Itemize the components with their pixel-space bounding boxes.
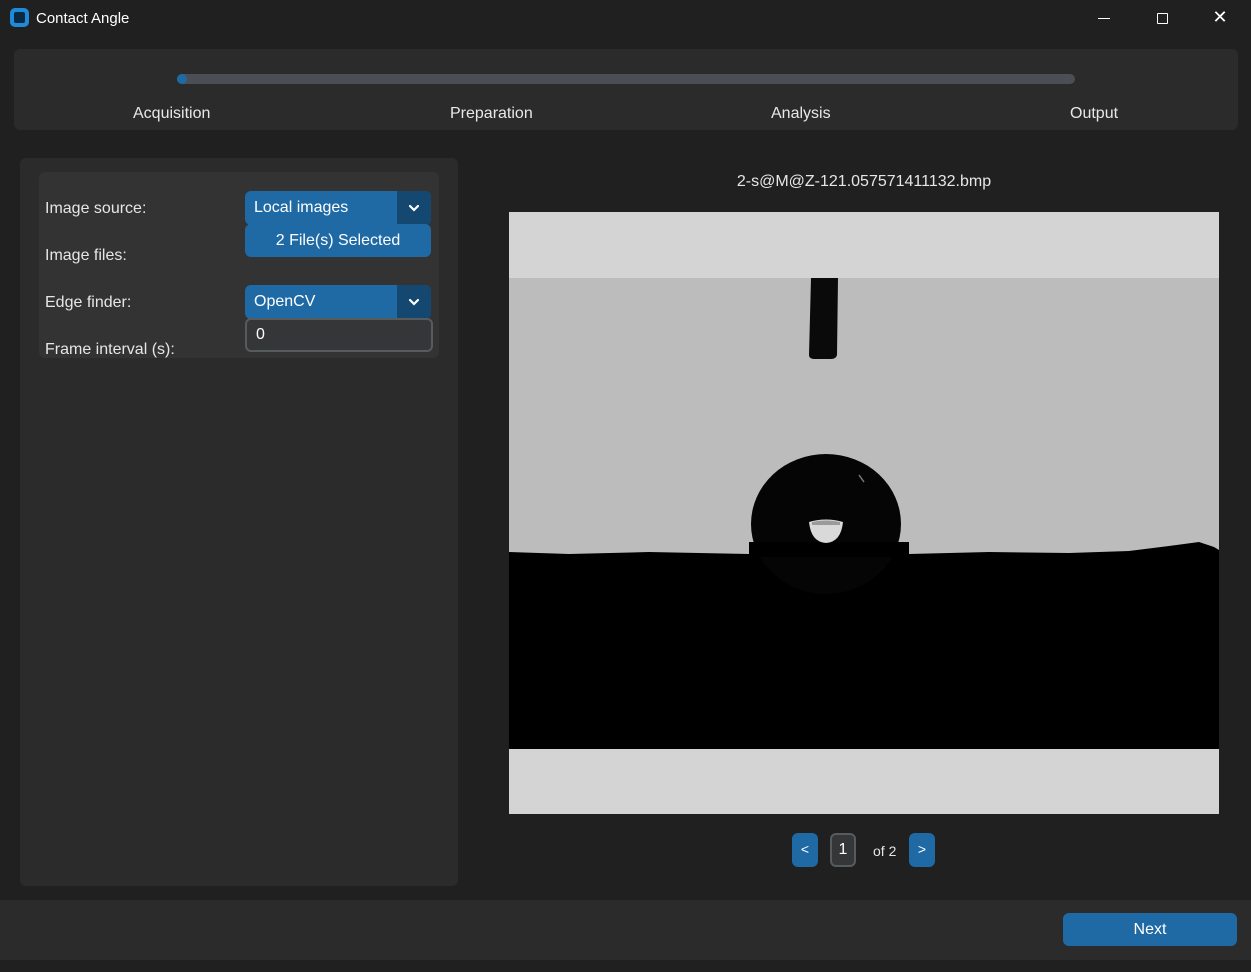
- page-number-input[interactable]: 1: [830, 833, 856, 867]
- page-count-label: of 2: [873, 843, 897, 859]
- previous-page-button[interactable]: <: [792, 833, 818, 867]
- next-page-button[interactable]: >: [909, 833, 935, 867]
- edge-finder-dropdown[interactable]: OpenCV: [245, 285, 431, 319]
- step-indicator: Acquisition Preparation Analysis Output: [14, 49, 1238, 130]
- maximize-button[interactable]: [1133, 0, 1191, 36]
- minimize-icon: [1098, 17, 1110, 19]
- step-analysis: Analysis: [771, 105, 831, 122]
- image-files-label: Image files:: [45, 247, 127, 264]
- edge-finder-value: OpenCV: [254, 293, 316, 310]
- app-logo-icon: [10, 8, 29, 27]
- next-button[interactable]: Next: [1063, 913, 1237, 946]
- window-title: Contact Angle: [36, 10, 130, 27]
- image-source-value: Local images: [254, 199, 349, 216]
- step-acquisition: Acquisition: [133, 105, 211, 122]
- close-button[interactable]: ✕: [1191, 0, 1249, 36]
- select-files-button[interactable]: 2 File(s) Selected: [245, 224, 431, 257]
- maximize-icon: [1156, 12, 1168, 24]
- minimize-button[interactable]: [1075, 0, 1133, 36]
- image-source-dropdown[interactable]: Local images: [245, 191, 431, 225]
- frame-interval-input[interactable]: 0: [245, 318, 433, 352]
- settings-panel: Image source: Local images Image files: …: [20, 158, 458, 886]
- acquisition-form: Image source: Local images Image files: …: [39, 172, 439, 358]
- step-output: Output: [1070, 105, 1119, 122]
- frame-interval-label: Frame interval (s):: [45, 341, 175, 358]
- image-file-name: 2-s@M@Z-121.057571411132.bmp: [736, 173, 992, 190]
- step-progress-fill: [177, 74, 187, 84]
- step-preparation: Preparation: [450, 105, 533, 122]
- chevron-down-icon[interactable]: [397, 191, 431, 225]
- droplet-image-preview: [509, 212, 1219, 814]
- close-icon: ✕: [1212, 7, 1228, 28]
- chevron-down-icon[interactable]: [397, 285, 431, 319]
- edge-finder-label: Edge finder:: [45, 294, 132, 311]
- droplet-image: [509, 212, 1219, 814]
- step-progress-track: [177, 74, 1075, 84]
- title-bar: Contact Angle ✕: [0, 0, 1251, 36]
- footer-bar: Next: [0, 900, 1251, 960]
- image-source-label: Image source:: [45, 200, 147, 217]
